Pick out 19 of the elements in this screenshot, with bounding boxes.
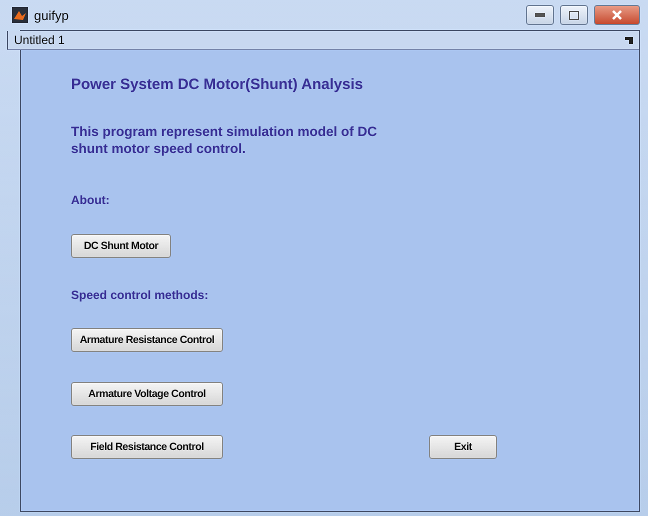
- maximize-icon: [569, 10, 579, 20]
- close-icon: [612, 10, 622, 20]
- speed-control-button[interactable]: Field Resistance Control: [71, 435, 223, 459]
- dc-shunt-motor-button[interactable]: DC Shunt Motor: [71, 234, 171, 258]
- description: This program represent simulation model of DC shunt motor speed control.: [71, 123, 378, 157]
- about-label: About:: [71, 193, 110, 207]
- heading: Power System DC Motor(Shunt) Analysis: [71, 76, 363, 93]
- minimize-button[interactable]: [526, 5, 554, 25]
- panel-title: Untitled 1: [14, 33, 65, 47]
- speed-control-button[interactable]: Armature Resistance Control: [71, 328, 223, 352]
- app-icon: [12, 7, 28, 23]
- maximize-button[interactable]: [560, 5, 588, 25]
- dock-icon[interactable]: [625, 36, 633, 44]
- window-title: guifyp: [34, 8, 70, 22]
- speed-control-label: Speed control methods:: [71, 288, 208, 302]
- speed-control-button[interactable]: Armature Voltage Control: [71, 382, 223, 406]
- exit-button[interactable]: Exit: [429, 435, 497, 459]
- minimize-icon: [535, 13, 545, 17]
- close-button[interactable]: [594, 5, 640, 25]
